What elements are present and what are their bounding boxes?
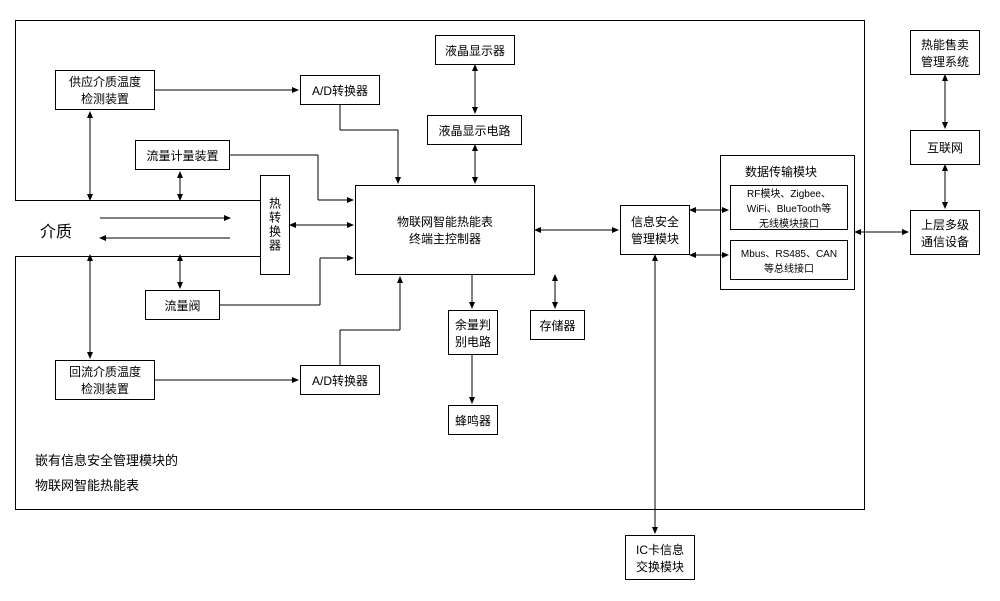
internet-box: 互联网: [910, 130, 980, 165]
main-container-label: 嵌有信息安全管理模块的 物联网智能热能表: [35, 450, 178, 494]
bus-interface-box: Mbus、RS485、CAN 等总线接口: [730, 240, 848, 280]
flow-meter-box: 流量计量装置: [135, 140, 230, 170]
main-controller-box: 物联网智能热能表 终端主控制器: [355, 185, 535, 275]
ad-converter-top-box: A/D转换器: [300, 75, 380, 105]
flow-valve-box: 流量阀: [145, 290, 220, 320]
lcd-display-box: 液晶显示器: [435, 35, 515, 65]
storage-box: 存储器: [530, 310, 585, 340]
heat-converter-text: 热转换器: [267, 197, 284, 253]
return-temp-box: 回流介质温度 检测装置: [55, 360, 155, 400]
rf-module-box: RF模块、Zigbee、 WiFi、BlueTooth等 无线模块接口: [730, 185, 848, 230]
ic-card-box: IC卡信息 交换模块: [625, 535, 695, 580]
supply-temp-box: 供应介质温度 检测装置: [55, 70, 155, 110]
heat-sale-box: 热能售卖 管理系统: [910, 30, 980, 75]
balance-circuit-box: 余量判 别电路: [448, 310, 498, 355]
ad-converter-bottom-box: A/D转换器: [300, 365, 380, 395]
buzzer-box: 蜂鸣器: [448, 405, 498, 435]
lcd-circuit-box: 液晶显示电路: [427, 115, 522, 145]
data-transfer-title: 数据传输模块: [745, 163, 817, 180]
heat-converter-box: 热转换器: [260, 175, 290, 275]
info-security-box: 信息安全 管理模块: [620, 205, 690, 255]
main-label-line2: 物联网智能热能表: [35, 475, 178, 494]
main-label-line1: 嵌有信息安全管理模块的: [35, 450, 178, 469]
medium-label: 介质: [40, 218, 72, 242]
upper-comm-box: 上层多级 通信设备: [910, 210, 980, 255]
